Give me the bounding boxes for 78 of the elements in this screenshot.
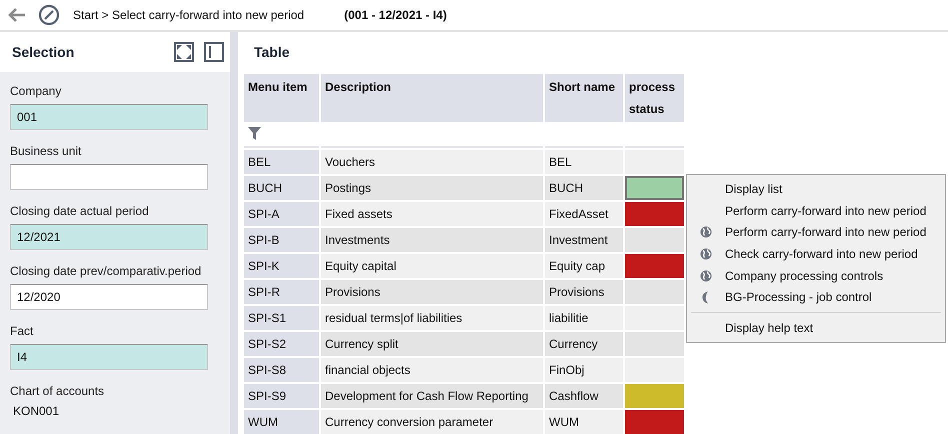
table-cell: liabilitie — [545, 306, 623, 330]
menu-item[interactable]: Perform carry-forward into new period — [725, 225, 926, 240]
globe-icon — [700, 226, 712, 238]
globe-icon — [700, 270, 712, 282]
globe-icon — [700, 248, 712, 260]
moon-icon — [701, 290, 711, 304]
menu-item-cell[interactable]: SPI-A — [244, 202, 319, 226]
column-header[interactable]: Short name — [545, 74, 623, 122]
table-cell: financial objects — [321, 358, 543, 382]
table-cell: Provisions — [545, 280, 623, 304]
menu-item-cell[interactable]: BEL — [244, 150, 319, 174]
table-cell: Currency conversion parameter — [321, 410, 543, 434]
panel-toggle-icon[interactable] — [204, 42, 224, 62]
status-cell[interactable] — [625, 410, 684, 434]
table-cell: Currency split — [321, 332, 543, 356]
menu-item[interactable]: Company processing controls — [725, 268, 884, 283]
panel-splitter[interactable] — [230, 32, 238, 434]
table-cell: Provisions — [321, 280, 543, 304]
panel-title: Table — [253, 43, 291, 62]
table-cell: Equity capital — [321, 254, 543, 278]
empty-status-cell[interactable] — [625, 280, 684, 304]
context-info: (001 - 12/2021 - I4) — [344, 8, 447, 22]
column-header[interactable]: Description — [321, 74, 543, 122]
menu-item-cell[interactable]: SPI-S1 — [244, 306, 319, 330]
table-cell: FinObj — [545, 358, 623, 382]
field-label: Company — [10, 84, 62, 98]
column-header[interactable]: Menu item — [244, 74, 319, 122]
field-label: Chart of accounts — [10, 384, 106, 398]
table-cell: Development for Cash Flow Reporting — [321, 384, 543, 408]
panel-title: Selection — [12, 44, 76, 60]
menu-item[interactable]: Check carry-forward into new period — [725, 246, 918, 261]
table-cell: Postings — [321, 176, 543, 200]
menu-item[interactable]: Display list — [725, 182, 782, 196]
field-label: Closing date actual period — [10, 204, 150, 218]
table-cell: residual terms|of liabilities — [321, 306, 543, 330]
menu-item-cell[interactable]: SPI-B — [244, 228, 319, 252]
cancel-icon[interactable] — [38, 4, 60, 26]
table-cell: Investments — [321, 228, 543, 252]
status-cell[interactable] — [625, 176, 684, 200]
table-cell: FixedAsset — [545, 202, 623, 226]
menu-item-cell[interactable]: WUM — [244, 410, 319, 434]
table-cell: BEL — [545, 150, 623, 174]
back-arrow-icon[interactable] — [8, 8, 26, 22]
breadcrumb: Start > Select carry-forward into new period — [73, 8, 304, 22]
table-cell: WUM — [545, 410, 623, 434]
menu-item[interactable]: Display help text — [725, 320, 814, 335]
menu-item[interactable]: Perform carry-forward into new period — [725, 204, 926, 218]
input-field[interactable]: 001 — [10, 104, 208, 130]
table-cell: Vouchers — [321, 150, 543, 174]
empty-status-cell[interactable] — [625, 228, 684, 252]
table-cell: Currency — [545, 332, 623, 356]
empty-status-cell[interactable] — [625, 332, 684, 356]
field-label: Business unit — [10, 144, 82, 158]
table-cell: Fixed assets — [321, 202, 543, 226]
column-header[interactable]: process status — [625, 74, 684, 122]
field-label: Fact — [10, 324, 34, 338]
status-cell[interactable] — [625, 202, 684, 226]
field-label: Closing date prev/comparativ.period — [10, 264, 202, 278]
table-cell: Equity cap — [545, 254, 623, 278]
menu-item[interactable]: BG-Processing - job control — [725, 290, 872, 304]
field-value: KON001 — [12, 404, 60, 418]
maximize-icon[interactable] — [174, 42, 194, 62]
menu-item-cell[interactable]: SPI-R — [244, 280, 319, 304]
status-cell[interactable] — [625, 384, 684, 408]
menu-item-cell[interactable]: SPI-K — [244, 254, 319, 278]
input-field[interactable]: 12/2021 — [10, 224, 208, 250]
input-field[interactable]: 12/2020 — [10, 284, 208, 310]
menu-item-cell[interactable]: BUCH — [244, 176, 319, 200]
menu-item-cell[interactable]: SPI-S9 — [244, 384, 319, 408]
table-cell: Investment — [545, 228, 623, 252]
input-field[interactable]: I4 — [10, 344, 208, 370]
menu-item-cell[interactable]: SPI-S8 — [244, 358, 319, 382]
table-cell: Cashflow — [545, 384, 623, 408]
input-field[interactable] — [10, 164, 208, 190]
status-cell[interactable] — [625, 254, 684, 278]
menu-item-cell[interactable]: SPI-S2 — [244, 332, 319, 356]
table-cell: BUCH — [545, 176, 623, 200]
filter-icon[interactable] — [248, 127, 261, 140]
